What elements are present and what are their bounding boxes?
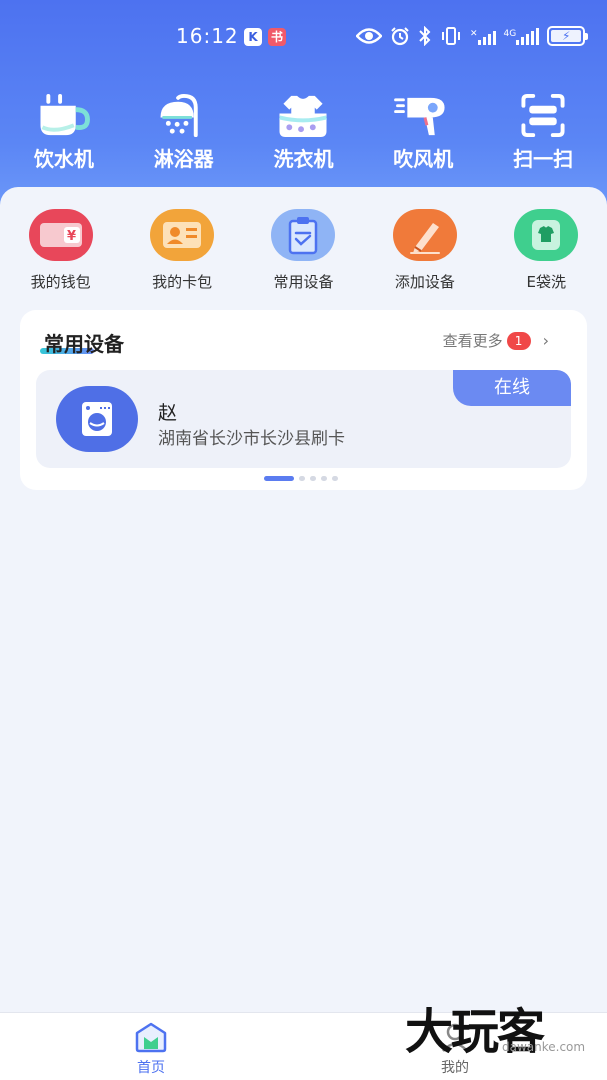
nav-shower[interactable]: 淋浴器 — [129, 92, 239, 172]
nav-washing-machine[interactable]: 洗衣机 — [248, 92, 358, 172]
card-title: 常用设备 — [44, 332, 124, 356]
nav-scan[interactable]: 扫一扫 — [488, 92, 598, 172]
nav-label: 淋浴器 — [153, 147, 214, 171]
pen-icon — [392, 209, 457, 261]
quick-add-device[interactable]: 添加设备 — [370, 209, 480, 299]
device-name: 赵 — [158, 402, 178, 424]
pager-dot — [332, 476, 338, 481]
clipboard-icon — [271, 209, 336, 261]
quick-label: 添加设备 — [394, 273, 455, 291]
bluetooth-icon — [419, 26, 431, 46]
scan-icon — [521, 93, 565, 138]
quick-e-laundry[interactable]: E袋洗 — [491, 209, 601, 299]
nav-label: 吹风机 — [393, 147, 454, 171]
see-more-label: 查看更多 — [442, 332, 503, 350]
signal-icon: ✕ — [470, 27, 496, 45]
shower-icon — [160, 93, 198, 138]
device-item[interactable]: 赵 湖南省长沙市长沙县刷卡 在线 — [36, 370, 571, 468]
nav-hair-dryer[interactable]: 吹风机 — [368, 92, 478, 172]
chevron-right-icon: › — [542, 331, 549, 350]
quick-card-holder[interactable]: 我的卡包 — [127, 209, 237, 299]
quick-label: 我的钱包 — [30, 273, 91, 291]
status-icons: ✕ 4G ⚡ — [356, 26, 589, 46]
status-badge: 在线 — [453, 370, 571, 406]
x-icon: ✕ — [470, 29, 478, 39]
card-holder-icon — [150, 209, 215, 261]
content-sheet: ¥ 我的钱包 我的卡包 常用设备 添加设备 E袋洗 常用设备 查看更多 1 › … — [0, 187, 607, 1012]
washing-machine-icon — [279, 95, 328, 138]
status-time: 16:12 — [176, 24, 239, 48]
quick-wallet[interactable]: ¥ 我的钱包 — [6, 209, 116, 299]
vibrate-icon — [442, 27, 460, 45]
pager-dot — [299, 476, 305, 481]
pager-dot — [310, 476, 316, 481]
book-notification-icon: 书 — [268, 28, 286, 46]
network-label: 4G — [503, 29, 517, 39]
common-devices-card: 常用设备 查看更多 1 › 赵 湖南省长沙市长沙县刷卡 在线 — [20, 310, 587, 490]
eye-icon — [356, 28, 382, 44]
pager-dot — [321, 476, 327, 481]
device-type-nav: 饮水机 淋浴器 洗衣机 吹风机 扫一扫 — [0, 92, 607, 172]
nav-label: 饮水机 — [33, 147, 94, 171]
wallet-icon: ¥ — [28, 209, 93, 261]
see-more-link[interactable]: 查看更多 1 › — [443, 330, 549, 351]
device-location: 湖南省长沙市长沙县刷卡 — [158, 429, 345, 449]
nav-label: 扫一扫 — [513, 147, 574, 171]
nav-water-dispenser[interactable]: 饮水机 — [9, 92, 119, 172]
network-signal-icon: 4G — [504, 27, 540, 45]
status-bar: 16:12 K 书 ✕ 4G ⚡ — [0, 22, 607, 52]
svg-text:¥: ¥ — [67, 229, 76, 244]
quick-label: 我的卡包 — [152, 273, 213, 291]
watermark-url: dawanke.com — [502, 1040, 586, 1054]
quick-label: E袋洗 — [526, 273, 566, 291]
tab-label-home: 首页 — [137, 1060, 165, 1076]
quick-label: 常用设备 — [273, 273, 334, 291]
quick-common-devices[interactable]: 常用设备 — [248, 209, 358, 299]
tab-home[interactable]: 首页 — [111, 1021, 191, 1077]
quick-actions: ¥ 我的钱包 我的卡包 常用设备 添加设备 E袋洗 — [0, 209, 607, 299]
home-icon — [135, 1022, 167, 1053]
see-more-badge: 1 — [506, 331, 531, 350]
shirt-icon — [514, 209, 579, 261]
app-notification-icon: K — [244, 28, 262, 46]
alarm-icon — [391, 27, 409, 46]
carousel-pager — [264, 476, 338, 481]
pager-dot-active — [264, 476, 294, 481]
water-dispenser-icon — [40, 93, 90, 136]
battery-icon: ⚡ — [547, 26, 589, 46]
washing-machine-avatar-icon — [56, 386, 138, 452]
nav-label: 洗衣机 — [273, 147, 334, 171]
hair-dryer-icon — [394, 97, 445, 136]
